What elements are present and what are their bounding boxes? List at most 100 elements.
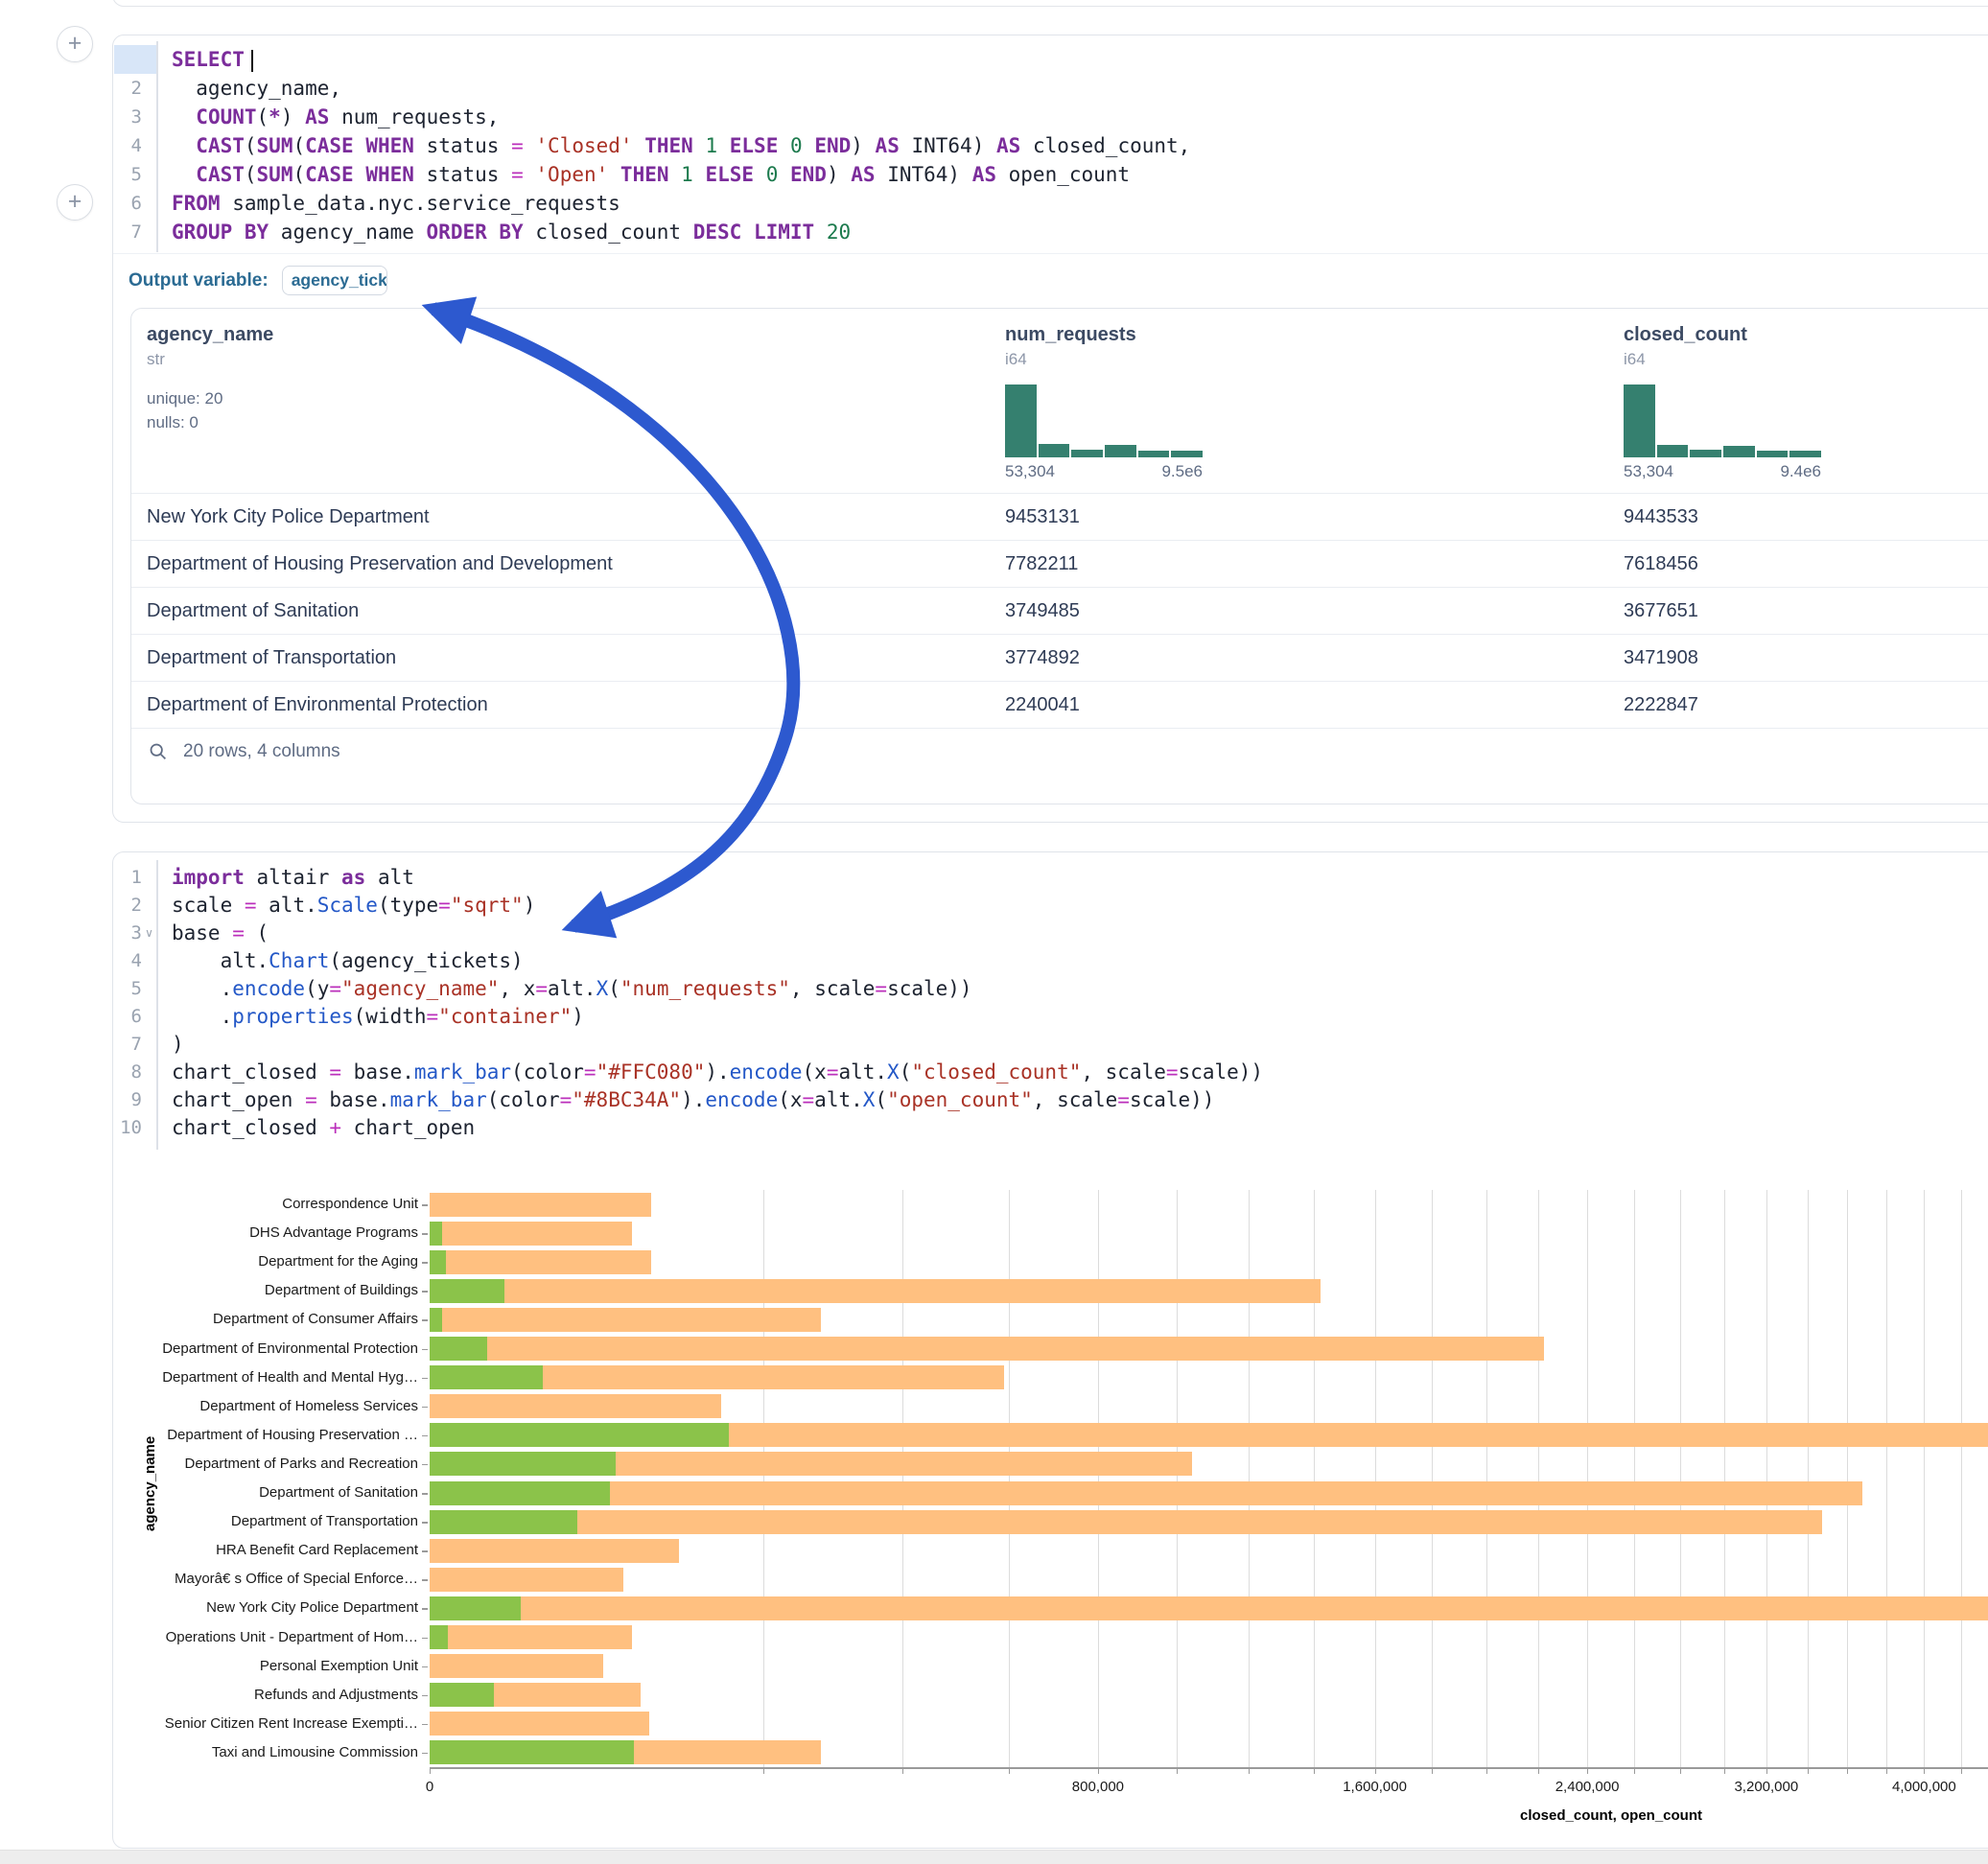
code-text[interactable]: alt.Chart(agency_tickets) (156, 949, 524, 972)
gridline (1961, 1190, 1962, 1767)
previous-cell-bottom-edge (112, 0, 1988, 7)
y-axis-label: Department of Buildings (130, 1283, 418, 1298)
code-line[interactable]: 6FROM sample_data.nyc.service_requests (113, 189, 1988, 218)
code-token: FROM (172, 192, 221, 215)
code-line[interactable]: 4 alt.Chart(agency_tickets) (113, 947, 1988, 975)
code-token: chart_open (172, 1088, 305, 1111)
code-line[interactable]: 7GROUP BY agency_name ORDER BY closed_co… (113, 218, 1988, 246)
code-line[interactable]: 3∨base = ( (113, 920, 1988, 947)
code-token: (x (778, 1088, 802, 1111)
code-token (354, 134, 366, 157)
code-line[interactable]: 3 COUNT(*) AS num_requests, (113, 103, 1988, 131)
add-cell-button-middle[interactable]: + (57, 184, 93, 221)
table-cell: Department of Housing Preservation and D… (131, 541, 990, 588)
column-type: i64 (1005, 350, 1608, 369)
line-number: 10 (113, 1114, 142, 1142)
x-axis-tick-label: 4,000,000 (1866, 1779, 1981, 1795)
code-token: ( (257, 105, 269, 128)
column-name: closed_count (1624, 324, 1988, 346)
code-token: chart_closed (172, 1060, 329, 1083)
code-text[interactable]: SELECT (156, 48, 253, 71)
column-header[interactable]: num_requestsi6453,3049.5e6 (990, 309, 1608, 493)
gridline (763, 1190, 764, 1767)
code-token: encode (730, 1060, 803, 1083)
code-text[interactable]: GROUP BY agency_name ORDER BY closed_cou… (156, 221, 851, 244)
code-line[interactable]: 1import altair as alt (113, 864, 1988, 892)
closed-count-bar (430, 1394, 721, 1418)
active-line-gutter-highlight (114, 45, 156, 74)
histogram-bar (1723, 446, 1755, 457)
column-header[interactable]: agency_namestrunique: 20nulls: 0 (131, 309, 990, 493)
y-axis-tick (422, 1291, 428, 1293)
code-token: THEN (644, 134, 693, 157)
code-text[interactable]: CAST(SUM(CASE WHEN status = 'Open' THEN … (156, 163, 1130, 186)
code-token: . (172, 977, 232, 1000)
closed-count-bar (430, 1222, 632, 1246)
code-text[interactable]: ) (156, 1033, 184, 1056)
code-line[interactable]: 6 .properties(width="container") (113, 1003, 1988, 1031)
code-token: INT64) (900, 134, 996, 157)
x-axis-tick (1587, 1767, 1588, 1774)
code-line[interactable]: 4 CAST(SUM(CASE WHEN status = 'Closed' T… (113, 131, 1988, 160)
code-line[interactable]: 2 agency_name, (113, 74, 1988, 103)
code-text[interactable]: chart_closed + chart_open (156, 1116, 475, 1139)
search-icon[interactable] (148, 741, 168, 761)
code-text[interactable]: base = ( (156, 921, 269, 944)
x-axis-tick (1847, 1767, 1848, 1774)
code-token: CAST (196, 163, 245, 186)
code-token: ) (851, 134, 875, 157)
y-axis-label: Department of Health and Mental Hyg… (130, 1370, 418, 1386)
code-text[interactable]: agency_name, (156, 77, 341, 100)
code-text[interactable]: chart_closed = base.mark_bar(color="#FFC… (156, 1060, 1263, 1083)
code-text[interactable]: .encode(y="agency_name", x=alt.X("num_re… (156, 977, 972, 1000)
code-text[interactable]: FROM sample_data.nyc.service_requests (156, 192, 620, 215)
column-header[interactable]: closed_counti6453,3049.4e6 (1608, 309, 1988, 493)
y-axis-label: Senior Citizen Rent Increase Exempti… (130, 1716, 418, 1732)
code-text[interactable]: import altair as alt (156, 866, 414, 889)
gridline (1375, 1190, 1376, 1767)
output-variable-pill[interactable]: agency_tickets (282, 266, 387, 295)
x-axis-tick (1009, 1767, 1010, 1774)
code-line[interactable]: 5 CAST(SUM(CASE WHEN status = 'Open' THE… (113, 160, 1988, 189)
code-line[interactable]: 1∨SELECT (113, 45, 1988, 74)
code-token: status (414, 134, 511, 157)
y-axis-label: Department of Consumer Affairs (130, 1312, 418, 1327)
code-token: AS (851, 163, 875, 186)
line-number: 2 (113, 74, 142, 103)
code-text[interactable]: CAST(SUM(CASE WHEN status = 'Closed' THE… (156, 134, 1190, 157)
open-count-bar (430, 1222, 442, 1246)
x-axis-tick (1432, 1767, 1433, 1774)
code-line[interactable]: 8chart_closed = base.mark_bar(color="#FF… (113, 1059, 1988, 1086)
fold-chevron-icon[interactable]: ∨ (142, 920, 156, 947)
code-token: 20 (827, 221, 851, 244)
table-cell: 9453131 (990, 494, 1608, 541)
code-line[interactable]: 10 chart_closed + chart_open (113, 1114, 1988, 1142)
gridline (1766, 1190, 1767, 1767)
gridline (1009, 1190, 1010, 1767)
code-token: ( (245, 134, 257, 157)
code-token: AS (972, 163, 996, 186)
gridline (1724, 1190, 1725, 1767)
closed-count-bar (430, 1568, 623, 1592)
gridline (1098, 1190, 1099, 1767)
code-line[interactable]: 7) (113, 1031, 1988, 1059)
x-axis-tick (763, 1767, 764, 1774)
add-cell-button-top[interactable]: + (57, 26, 93, 62)
code-token: AS (876, 134, 900, 157)
code-text[interactable]: .properties(width="container") (156, 1005, 584, 1028)
closed-count-bar (430, 1337, 1544, 1361)
code-text[interactable]: scale = alt.Scale(type="sqrt") (156, 894, 535, 917)
code-line[interactable]: 5 .encode(y="agency_name", x=alt.X("num_… (113, 975, 1988, 1003)
y-axis-tick (422, 1435, 428, 1437)
code-line[interactable]: 9chart_open = base.mark_bar(color="#8BC3… (113, 1086, 1988, 1114)
python-code-editor[interactable]: 1import altair as alt2scale = alt.Scale(… (113, 864, 1988, 1142)
open-count-bar (430, 1596, 521, 1620)
sql-code-editor[interactable]: 1∨SELECT2 agency_name,3 COUNT(*) AS num_… (113, 45, 1988, 246)
table-cell: Department of Sanitation (131, 588, 990, 635)
code-text[interactable]: chart_open = base.mark_bar(color="#8BC34… (156, 1088, 1214, 1111)
code-token (803, 134, 815, 157)
column-histogram (1624, 384, 1821, 457)
table-cell: 2222847 (1608, 682, 1988, 729)
code-line[interactable]: 2scale = alt.Scale(type="sqrt") (113, 892, 1988, 920)
code-text[interactable]: COUNT(*) AS num_requests, (156, 105, 499, 128)
